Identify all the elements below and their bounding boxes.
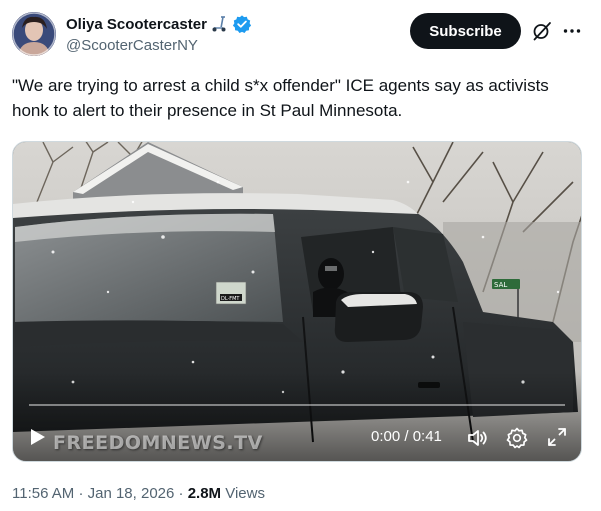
subscribe-button[interactable]: Subscribe (410, 13, 521, 49)
sticker-text: DL·FMT (221, 296, 240, 302)
avatar[interactable] (12, 12, 56, 56)
more-icon[interactable] (561, 20, 583, 42)
author-block: Oliya Scootercaster @ScooterCasterNY (66, 14, 252, 54)
video-player[interactable]: SAL DL·FMT FREEDOMNEWS.TV 0:00 / 0:41 (12, 141, 582, 462)
volume-icon[interactable] (466, 426, 490, 450)
author-display-name[interactable]: Oliya Scootercaster (66, 16, 207, 33)
tweet-meta: 11:56 AM · Jan 18, 2026 · 2.8M Views (12, 485, 265, 502)
video-progress-bar[interactable] (29, 404, 565, 406)
street-sign-text: SAL (494, 281, 507, 289)
meta-separator-2: · (178, 485, 184, 502)
tweet-time[interactable]: 11:56 AM (12, 485, 74, 502)
grok-icon[interactable] (531, 20, 553, 42)
author-handle[interactable]: @ScooterCasterNY (66, 37, 252, 54)
verified-badge-icon[interactable] (232, 14, 252, 34)
fullscreen-icon[interactable] (546, 426, 568, 448)
kick-scooter-icon (211, 15, 229, 33)
views-count[interactable]: 2.8M (188, 485, 221, 502)
display-name-row: Oliya Scootercaster (66, 14, 252, 34)
tweet-text: "We are trying to arrest a child s*x off… (12, 76, 549, 120)
video-time-display: 0:00 / 0:41 (371, 428, 442, 445)
play-icon[interactable] (26, 426, 48, 448)
views-label: Views (225, 485, 265, 502)
tweet-date[interactable]: Jan 18, 2026 (88, 485, 175, 502)
meta-separator: · (78, 485, 84, 502)
watermark-text: FREEDOMNEWS.TV (53, 432, 263, 454)
settings-icon[interactable] (505, 426, 529, 450)
video-frame: SAL DL·FMT (13, 142, 581, 461)
